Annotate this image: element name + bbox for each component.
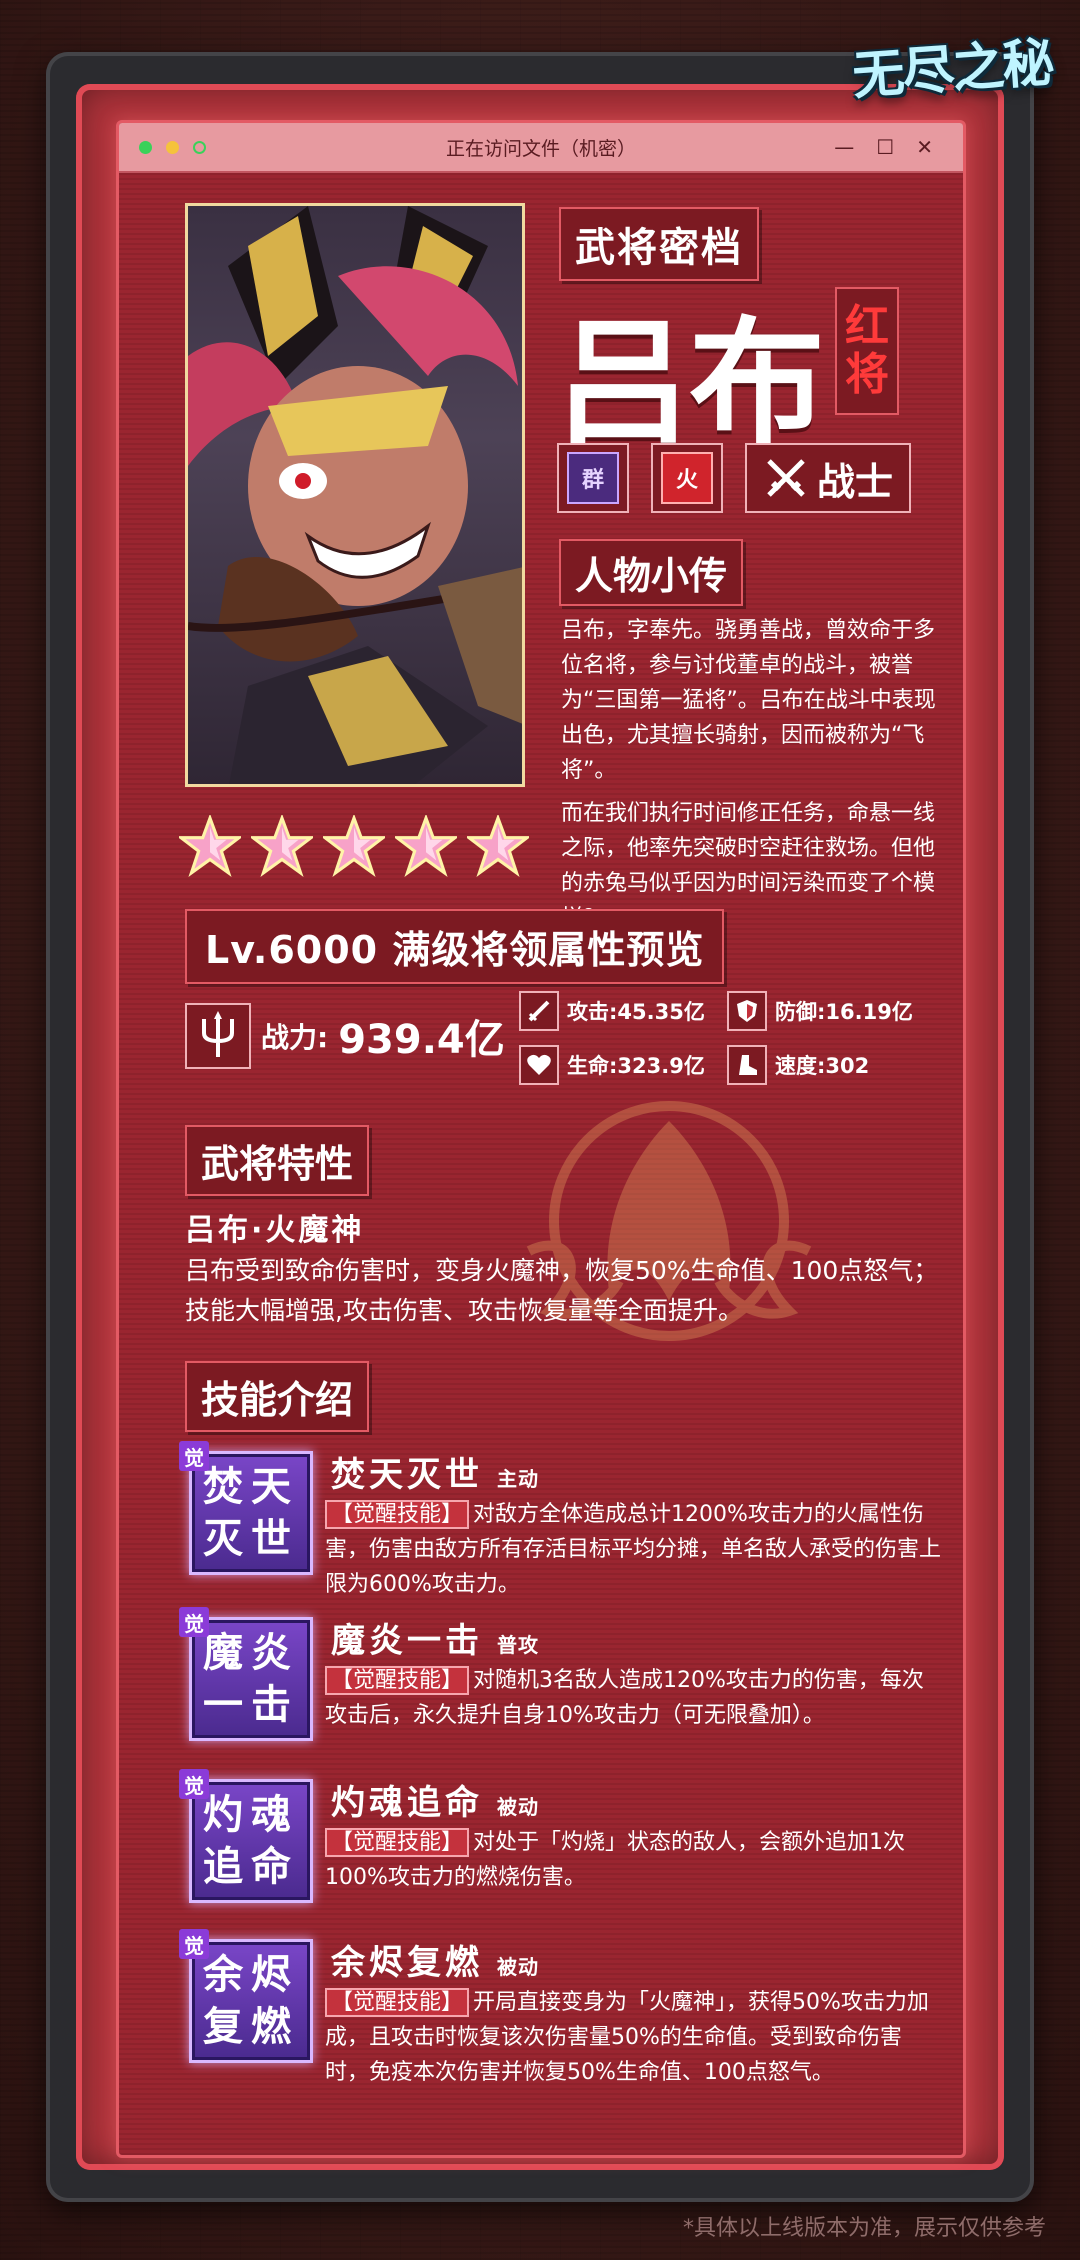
skill-name-text: 余烬复燃 [331, 1943, 483, 1983]
star-icon [323, 815, 385, 877]
bio-text: 吕布，字奉先。骁勇善战，曾效命于多位名将，参与讨伐董卓的战斗，被誉为“三国第一猛… [561, 613, 941, 944]
skill-name-text: 灼魂追命 [331, 1783, 483, 1823]
awaken-tag: 【觉醒技能】 [325, 1666, 470, 1695]
skill-icon-text: 焚天 [203, 1464, 299, 1510]
role-badge: 战士 [745, 443, 912, 513]
skill-name: 焚天灭世 主动 [331, 1447, 539, 1496]
minimize-dot[interactable] [166, 141, 179, 154]
close-dot[interactable] [139, 141, 152, 154]
minimize-icon[interactable]: — [834, 135, 854, 159]
awaken-badge: 觉 [179, 1441, 209, 1471]
heart-icon [519, 1045, 559, 1085]
skill-type: 主动 [497, 1467, 539, 1491]
star-icon [395, 815, 457, 877]
skill-type: 普攻 [497, 1633, 539, 1657]
skill-icon-text: 魔炎 [203, 1630, 299, 1676]
power-stat: 战力: 939.4亿 [185, 1003, 505, 1069]
sword-icon [519, 991, 559, 1031]
skill-name: 余烬复燃 被动 [331, 1935, 539, 1984]
window-title: 正在访问文件（机密） [445, 137, 636, 160]
fire-icon: 火 [661, 452, 713, 504]
bio-paragraph: 吕布，字奉先。骁勇善战，曾效命于多位名将，参与讨伐董卓的战斗，被誉为“三国第一猛… [561, 618, 936, 783]
trident-icon [185, 1003, 251, 1069]
defense-stat: 防御:16.19亿 [727, 991, 927, 1031]
shield-icon [727, 991, 767, 1031]
role-label: 战士 [817, 459, 894, 504]
skill-name: 灼魂追命 被动 [331, 1775, 539, 1824]
skill-icon-text: 复燃 [203, 2004, 299, 2050]
skill-item: 焚天 灭世 觉 焚天灭世 主动 【觉醒技能】 对敌方全体造成总计1200%攻击力的火属… [179, 1441, 945, 1602]
faction-icon: 群 [567, 452, 619, 504]
hero-badges: 群 火 战士 [557, 443, 912, 513]
skill-icon-text: 灼魂 [203, 1792, 299, 1838]
maximize-dot[interactable] [193, 141, 206, 154]
trait-name: 吕布·火魔神 [185, 1213, 365, 1248]
skills-title: 技能介绍 [185, 1361, 370, 1432]
power-label: 战力: [261, 1021, 329, 1054]
star-rating [179, 815, 529, 877]
awaken-tag: 【觉醒技能】 [325, 1500, 470, 1529]
dossier-label: 武将密档 [559, 207, 759, 281]
skill-icon-text: 一击 [203, 1682, 299, 1728]
rarity-char: 将 [845, 349, 889, 400]
skill-name-text: 魔炎一击 [331, 1621, 483, 1661]
traffic-lights [139, 141, 206, 154]
skill-type: 被动 [497, 1955, 539, 1979]
skill-name: 魔炎一击 普攻 [331, 1613, 539, 1662]
hero-portrait [185, 203, 525, 787]
element-badge: 火 [651, 443, 723, 513]
star-icon [467, 815, 529, 877]
awaken-badge: 觉 [179, 1769, 209, 1799]
skill-icon-text: 余烬 [203, 1952, 299, 1998]
hero-name: 吕布 [555, 305, 825, 463]
star-icon [179, 815, 241, 877]
window-titlebar: 正在访问文件（机密） — ☐ ✕ [119, 123, 963, 173]
trait-description: 吕布受到致命伤害时，变身火魔神，恢复50%生命值、100点怒气；技能大幅增强,攻… [185, 1256, 939, 1325]
skill-name-text: 焚天灭世 [331, 1455, 483, 1495]
trait-title: 武将特性 [185, 1125, 370, 1196]
footnote: *具体以上线版本为准，展示仅供参考 [682, 2216, 1046, 2241]
skill-description: 【觉醒技能】 开局直接变身为「火魔神」，获得50%攻击力加成，且攻击时恢复该次伤害… [325, 1985, 945, 2090]
skill-type: 被动 [497, 1795, 539, 1819]
rarity-badge: 红 将 [835, 287, 899, 415]
dossier-window: 正在访问文件（机密） — ☐ ✕ 武将密档 吕布 红 将 群 火 战士 人物小传… [116, 120, 966, 2158]
skill-item: 魔炎 一击 觉 魔炎一击 普攻 【觉醒技能】 对随机3名敌人造成120%攻击力的伤害，… [179, 1607, 945, 1767]
level-title: Lv.6000 满级将领属性预览 [185, 909, 725, 984]
star-icon [251, 815, 313, 877]
bio-title: 人物小传 [559, 539, 744, 606]
awaken-badge: 觉 [179, 1929, 209, 1959]
skill-description: 【觉醒技能】 对敌方全体造成总计1200%攻击力的火属性伤害，伤害由敌方所有存活目… [325, 1497, 945, 1602]
skill-item: 余烬 复燃 觉 余烬复燃 被动 【觉醒技能】 开局直接变身为「火魔神」，获得50%攻击… [179, 1929, 945, 2090]
faction-badge: 群 [557, 443, 629, 513]
hp-stat: 生命:323.9亿 [519, 1045, 719, 1085]
awaken-badge: 觉 [179, 1607, 209, 1637]
rarity-char: 红 [845, 300, 889, 352]
defense-value: 防御:16.19亿 [775, 1000, 913, 1024]
crossed-swords-icon [767, 459, 805, 497]
awaken-tag: 【觉醒技能】 [325, 1828, 470, 1857]
stats-grid: 攻击:45.35亿 防御:16.19亿 生命:323.9亿 速度:302 [519, 991, 927, 1085]
power-value: 939.4亿 [338, 1017, 505, 1063]
maximize-icon[interactable]: ☐ [876, 135, 894, 159]
awaken-tag: 【觉醒技能】 [325, 1988, 470, 2017]
attack-value: 攻击:45.35亿 [567, 1000, 705, 1024]
speed-stat: 速度:302 [727, 1045, 927, 1085]
boot-icon [727, 1045, 767, 1085]
speed-value: 速度:302 [775, 1054, 870, 1078]
hp-value: 生命:323.9亿 [567, 1054, 705, 1078]
skill-item: 灼魂 追命 觉 灼魂追命 被动 【觉醒技能】 对处于「灼烧」状态的敌人，会额外追加1次… [179, 1769, 945, 1929]
skill-description: 【觉醒技能】 对随机3名敌人造成120%攻击力的伤害，每次攻击后，永久提升自身10… [325, 1663, 945, 1733]
game-logo: 无尽之秘 [850, 32, 1055, 107]
close-icon[interactable]: ✕ [916, 135, 933, 159]
skill-icon-text: 追命 [203, 1844, 299, 1890]
window-controls: — ☐ ✕ [834, 135, 933, 159]
hero-portrait-art [188, 206, 522, 784]
skill-description: 【觉醒技能】 对处于「灼烧」状态的敌人，会额外追加1次100%攻击力的燃烧伤害。 [325, 1825, 945, 1895]
attack-stat: 攻击:45.35亿 [519, 991, 719, 1031]
skill-icon-text: 灭世 [203, 1516, 299, 1562]
